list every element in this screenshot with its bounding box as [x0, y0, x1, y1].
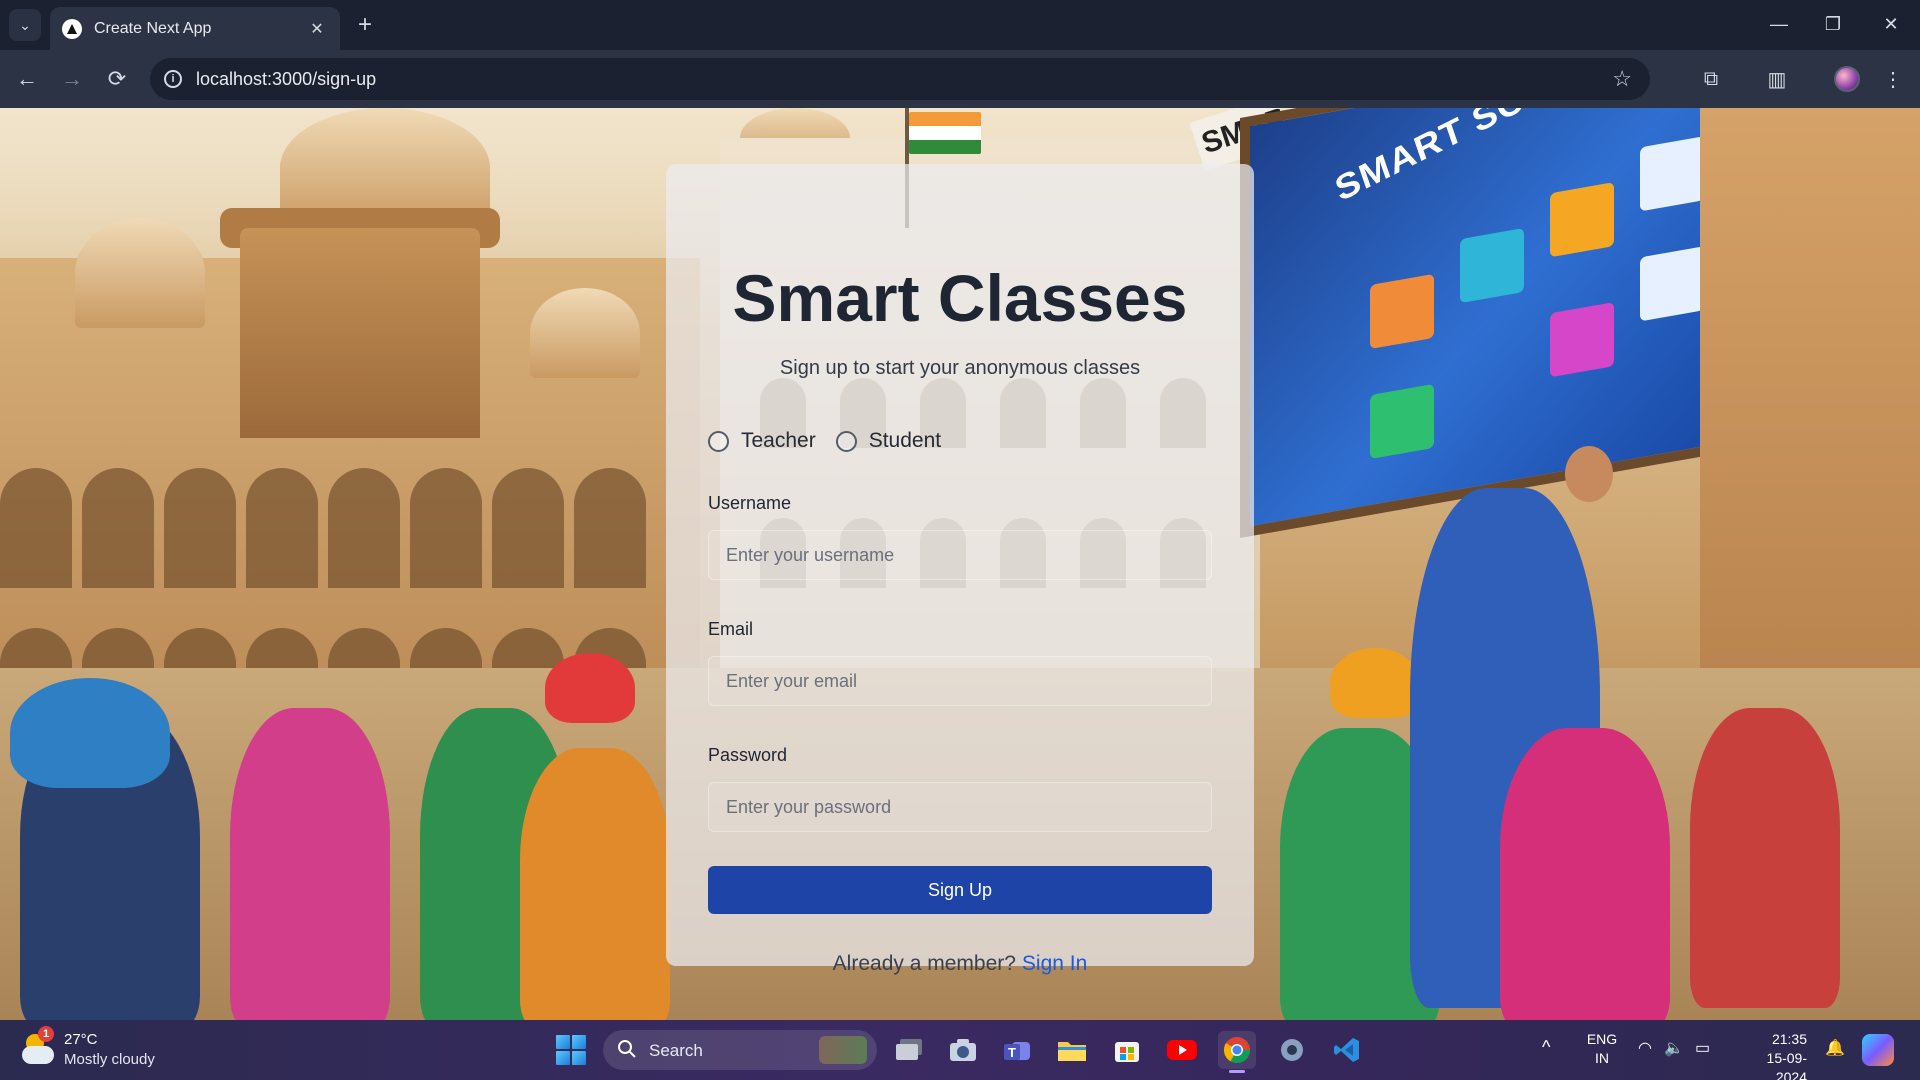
- teacher-radio[interactable]: [708, 430, 729, 452]
- member-prompt-text: Already a member?: [832, 952, 1016, 975]
- browser-tab-bar: ⌄ Create Next App ✕ + — ❐ ✕: [0, 0, 1920, 50]
- username-input[interactable]: [708, 530, 1212, 580]
- signin-link[interactable]: Sign In: [1022, 952, 1087, 975]
- tab-search-chevron-icon[interactable]: ⌄: [9, 9, 41, 41]
- windows-start-icon[interactable]: [556, 1035, 586, 1065]
- browser-menu-icon[interactable]: ⋮: [1878, 64, 1908, 94]
- taskbar-search[interactable]: Search: [603, 1030, 877, 1070]
- palace-arches-upper: [0, 468, 680, 588]
- signup-card: Smart Classes Sign up to start your anon…: [666, 164, 1254, 975]
- site-info-icon[interactable]: i: [160, 66, 186, 92]
- forward-button[interactable]: →: [55, 62, 89, 96]
- search-icon: [618, 1040, 636, 1058]
- student-radio[interactable]: [835, 430, 857, 452]
- new-tab-button[interactable]: +: [352, 12, 378, 38]
- turban-blue: [10, 678, 170, 788]
- teacher-head: [1565, 446, 1613, 502]
- battery-icon[interactable]: ▭: [1695, 1038, 1710, 1058]
- password-input[interactable]: [708, 782, 1212, 832]
- page-viewport: SMAR SMART SCHOOL Smart Classes Sign up …: [0, 108, 1920, 1020]
- minimize-button[interactable]: —: [1764, 12, 1794, 36]
- dome-left: [75, 218, 205, 328]
- clock-time: 21:35: [1771, 1031, 1807, 1047]
- clock[interactable]: 21:35 15-09-2024: [1737, 1030, 1807, 1080]
- smart-school-board: SMART SCHOOL: [1240, 108, 1720, 539]
- signup-button[interactable]: Sign Up: [708, 866, 1212, 914]
- tray-overflow-chevron-icon[interactable]: ^: [1542, 1037, 1550, 1058]
- page-title: Smart Classes: [732, 261, 1188, 335]
- password-label: Password: [708, 745, 788, 765]
- girl-figure-magenta: [1500, 728, 1670, 1020]
- email-input[interactable]: [708, 656, 1212, 706]
- page-subtitle: Sign up to start your anonymous classes: [779, 357, 1141, 379]
- tab-title: Create Next App: [94, 19, 212, 37]
- chrome-icon[interactable]: [1218, 1031, 1256, 1073]
- notification-bell-icon[interactable]: 🔔: [1825, 1038, 1845, 1058]
- profile-avatar[interactable]: [1834, 66, 1860, 92]
- language-line-2: IN: [1595, 1050, 1609, 1066]
- clock-date: 15-09-2024: [1766, 1050, 1807, 1080]
- weather-alert-badge: 1: [38, 1026, 54, 1042]
- nextjs-favicon-icon: [62, 18, 82, 39]
- restore-button[interactable]: ❐: [1818, 12, 1848, 36]
- student-radio-label[interactable]: Student: [869, 429, 941, 453]
- dome-right: [530, 288, 640, 378]
- back-button[interactable]: ←: [10, 62, 44, 96]
- girl-figure-pink: [230, 708, 390, 1020]
- browser-toolbar: ← → ⟳ i localhost:3000/sign-up ☆ ⧉ ▥ ⋮: [0, 50, 1920, 108]
- role-radio-group: Teacher Student: [708, 426, 961, 456]
- weather-description[interactable]: Mostly cloudy: [64, 1051, 155, 1068]
- language-line-1: ENG: [1586, 1031, 1618, 1047]
- tab-close-icon[interactable]: ✕: [306, 19, 328, 39]
- reload-button[interactable]: ⟳: [100, 62, 134, 96]
- browser-tab[interactable]: Create Next App ✕: [50, 7, 340, 50]
- reading-mode-icon[interactable]: ▥: [1762, 64, 1792, 94]
- settings-gear-icon[interactable]: [1273, 1031, 1311, 1069]
- search-label: Search: [649, 1041, 703, 1060]
- turban-orange: [1330, 648, 1420, 718]
- copilot-icon[interactable]: [1862, 1034, 1894, 1066]
- bookmark-star-icon[interactable]: ☆: [1612, 66, 1632, 92]
- member-prompt-row: Already a member? Sign In: [666, 952, 1254, 976]
- close-window-button[interactable]: ✕: [1876, 12, 1906, 36]
- indian-flag-icon: [909, 112, 981, 154]
- youtube-icon[interactable]: [1163, 1031, 1201, 1069]
- teams-icon[interactable]: T: [998, 1031, 1036, 1069]
- address-bar[interactable]: i localhost:3000/sign-up ☆: [150, 58, 1650, 100]
- turban-striped: [545, 653, 635, 723]
- username-label: Username: [708, 493, 792, 513]
- pavilion: [240, 228, 480, 438]
- weather-temperature[interactable]: 27°C: [64, 1031, 98, 1048]
- teacher-radio-label[interactable]: Teacher: [741, 429, 816, 453]
- boy-figure-orange: [520, 748, 670, 1020]
- extensions-icon[interactable]: ⧉: [1696, 64, 1726, 94]
- search-highlight-art: [819, 1036, 867, 1064]
- microsoft-store-icon[interactable]: [1108, 1031, 1146, 1069]
- email-label: Email: [708, 619, 754, 639]
- svg-text:T: T: [1008, 1045, 1016, 1060]
- url-text[interactable]: localhost:3000/sign-up: [196, 69, 376, 90]
- taskbar: 1 27°C Mostly cloudy Search T ^ ENG IN ◠…: [0, 1020, 1920, 1080]
- language-indicator[interactable]: ENG IN: [1584, 1030, 1620, 1068]
- volume-icon[interactable]: 🔈: [1664, 1038, 1684, 1058]
- task-view-icon[interactable]: [890, 1031, 928, 1069]
- wifi-icon[interactable]: ◠: [1638, 1038, 1652, 1058]
- girl-figure-red: [1690, 708, 1840, 1008]
- vscode-icon[interactable]: [1328, 1031, 1366, 1069]
- file-explorer-icon[interactable]: [1053, 1031, 1091, 1069]
- camera-icon[interactable]: [944, 1031, 982, 1069]
